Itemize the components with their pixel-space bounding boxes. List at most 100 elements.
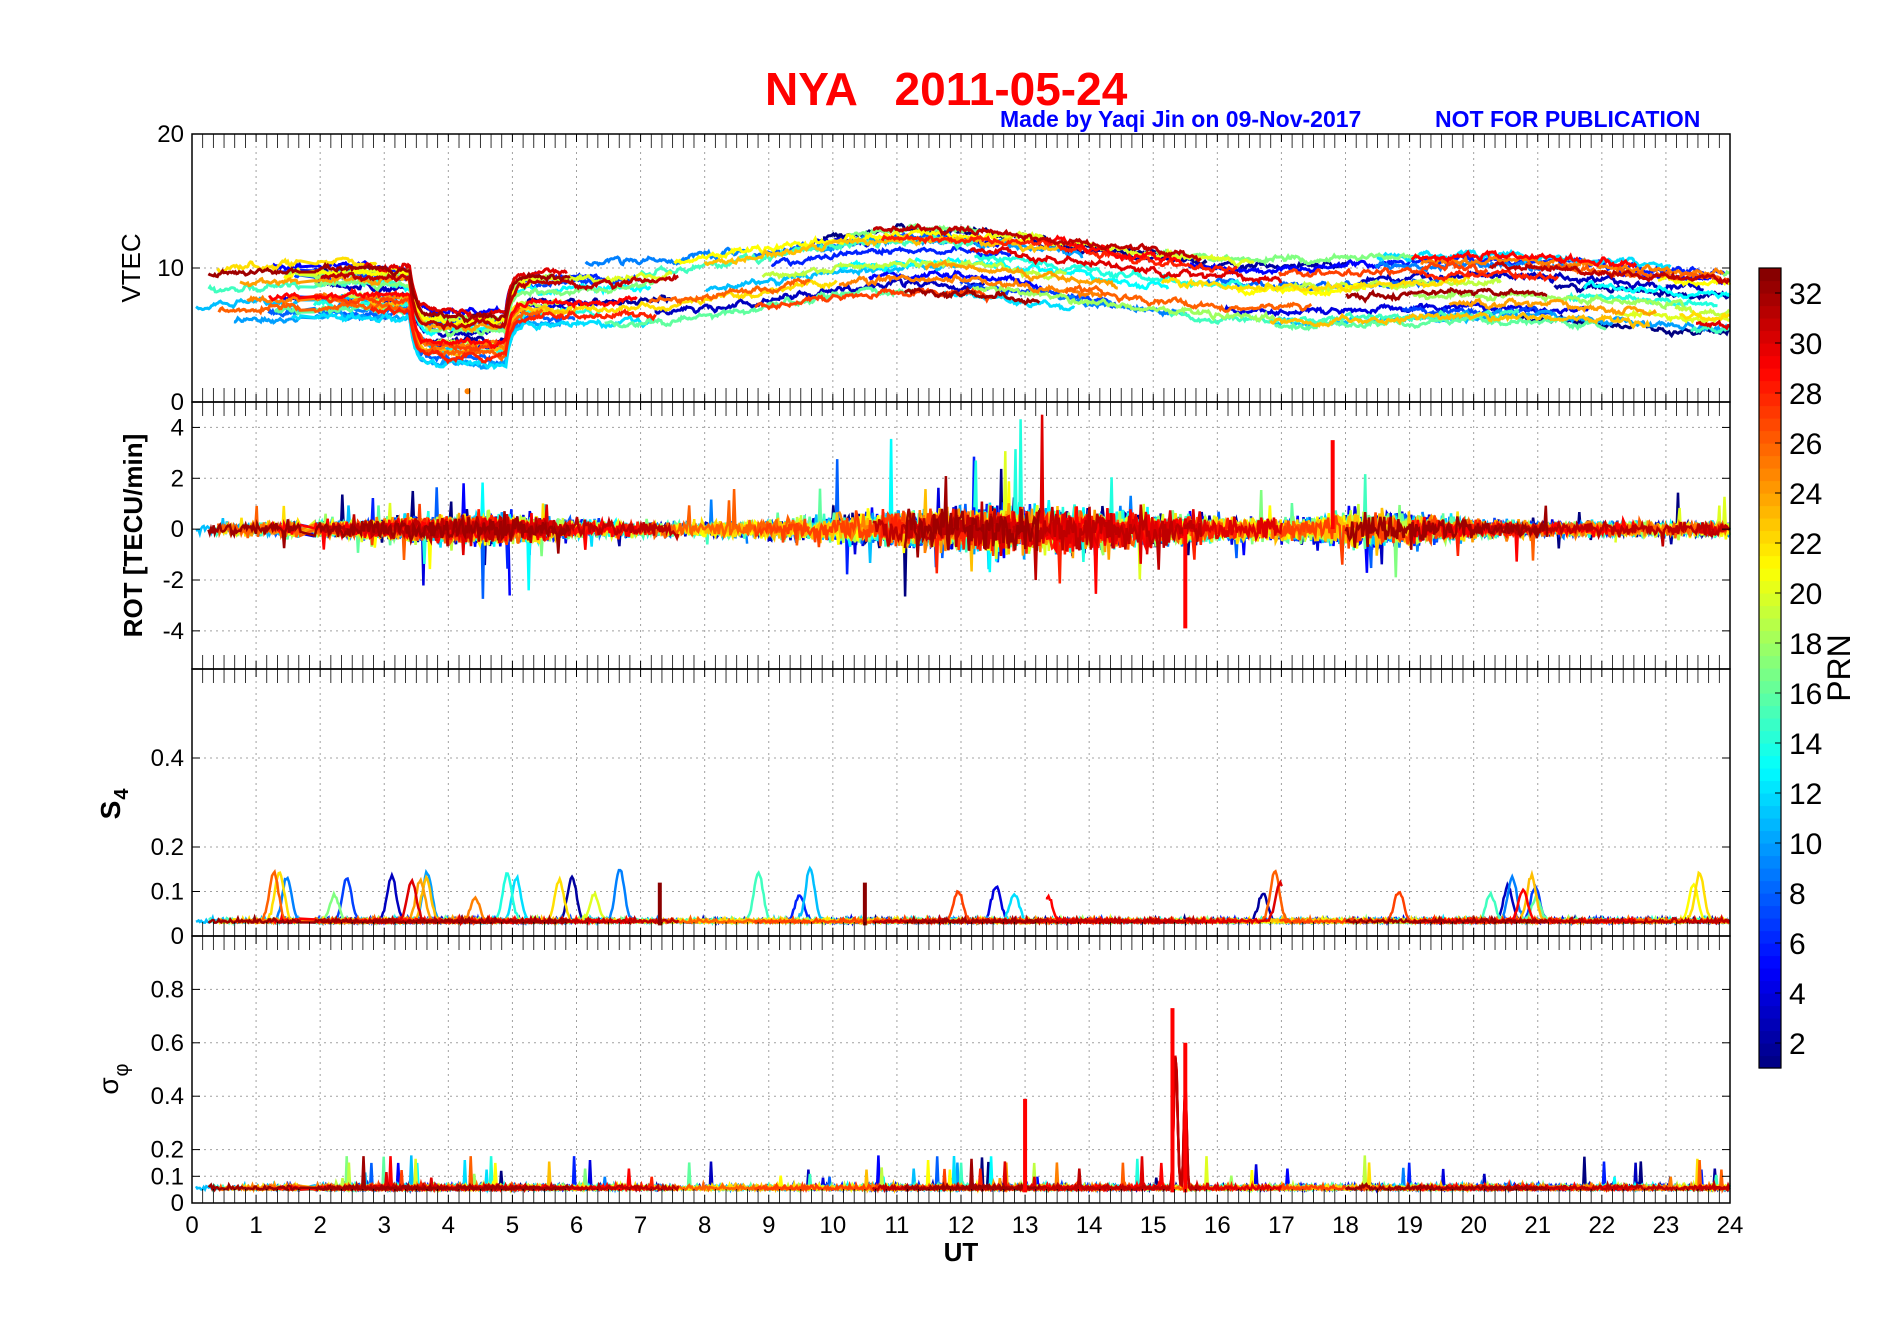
- colorbar-segment: [1759, 1043, 1781, 1057]
- y-tick-label: 0: [171, 389, 184, 416]
- x-tick-label: 15: [1140, 1212, 1167, 1239]
- colorbar-segment: [1759, 1055, 1781, 1069]
- x-tick-label: 10: [819, 1212, 846, 1239]
- colorbar-tick-label: 24: [1789, 478, 1822, 511]
- colorbar-segment: [1759, 593, 1781, 607]
- colorbar-segment: [1759, 693, 1781, 707]
- colorbar-segment: [1759, 518, 1781, 532]
- colorbar-segment: [1759, 793, 1781, 807]
- colorbar-segment: [1759, 580, 1781, 594]
- colorbar-segment: [1759, 505, 1781, 519]
- colorbar-tick-label: 6: [1789, 928, 1806, 961]
- colorbar-segment: [1759, 318, 1781, 332]
- x-tick-label: 14: [1076, 1212, 1103, 1239]
- colorbar-segment: [1759, 705, 1781, 719]
- colorbar-segment: [1759, 443, 1781, 457]
- y-tick-label: 10: [157, 255, 184, 282]
- colorbar-segment: [1759, 905, 1781, 919]
- x-tick-label: 13: [1012, 1212, 1039, 1239]
- y-tick-label: 0.4: [151, 745, 184, 772]
- s4-series-prn-26: [217, 869, 544, 926]
- colorbar-segment: [1759, 968, 1781, 982]
- colorbar-segment: [1759, 618, 1781, 632]
- x-tick-label: 16: [1204, 1212, 1231, 1239]
- x-tick-label: 12: [948, 1212, 975, 1239]
- colorbar-segment: [1759, 455, 1781, 469]
- colorbar-segment: [1759, 480, 1781, 494]
- colorbar-segment: [1759, 493, 1781, 507]
- x-tick-label: 21: [1524, 1212, 1551, 1239]
- colorbar-segment: [1759, 555, 1781, 569]
- colorbar-segment: [1759, 668, 1781, 682]
- y-tick-label: 20: [157, 121, 184, 148]
- plot-canvas: 01020-4-202400.10.20.400.10.20.40.60.80 1…: [93, 121, 1857, 1267]
- colorbar-tick-label: 28: [1789, 378, 1822, 411]
- colorbar-segment: [1759, 405, 1781, 419]
- y-tick-label: 0.2: [151, 834, 184, 861]
- figure: NYA 2011-05-24 Made by Yaqi Jin on 09-No…: [0, 0, 1904, 1330]
- colorbar-segment: [1759, 868, 1781, 882]
- colorbar-segment: [1759, 543, 1781, 557]
- colorbar-tick-label: 20: [1789, 578, 1822, 611]
- x-tick-label: 6: [570, 1212, 583, 1239]
- x-tick-label: 3: [378, 1212, 391, 1239]
- x-tick-label: 19: [1396, 1212, 1423, 1239]
- colorbar-label: PRN: [1821, 634, 1857, 702]
- colorbar-segment: [1759, 743, 1781, 757]
- y-tick-label: 0.8: [151, 976, 184, 1003]
- colorbar-segment: [1759, 818, 1781, 832]
- colorbar-segment: [1759, 918, 1781, 932]
- colorbar-segment: [1759, 368, 1781, 382]
- colorbar-segment: [1759, 930, 1781, 944]
- colorbar-segment: [1759, 780, 1781, 794]
- colorbar-segment: [1759, 1005, 1781, 1019]
- colorbar-tick-label: 18: [1789, 628, 1822, 661]
- y-tick-label: 0.2: [151, 1137, 184, 1164]
- x-tick-label: 2: [313, 1212, 326, 1239]
- colorbar-segment: [1759, 530, 1781, 544]
- colorbar-segment: [1759, 280, 1781, 294]
- sigma-series-prn-31: [871, 1057, 1202, 1194]
- y-tick-label: -4: [163, 618, 184, 645]
- y-tick-label: 0: [171, 923, 184, 950]
- colorbar-segment: [1759, 643, 1781, 657]
- x-tick-label: 7: [634, 1212, 647, 1239]
- colorbar-segment: [1759, 680, 1781, 694]
- colorbar-segment: [1759, 343, 1781, 357]
- y-tick-label: 4: [171, 414, 184, 441]
- colorbar-tick-label: 32: [1789, 278, 1822, 311]
- y-tick-label: -2: [163, 567, 184, 594]
- colorbar-tick-label: 16: [1789, 678, 1822, 711]
- colorbar-segment: [1759, 655, 1781, 669]
- x-tick-label: 17: [1268, 1212, 1295, 1239]
- colorbar-segment: [1759, 993, 1781, 1007]
- x-tick-label: 5: [506, 1212, 519, 1239]
- s4-series-prn-9: [584, 868, 748, 926]
- colorbar-segment: [1759, 418, 1781, 432]
- colorbar-tick-label: 14: [1789, 728, 1822, 761]
- y-tick-label: 2: [171, 465, 184, 492]
- colorbar-tick-label: 4: [1789, 978, 1806, 1011]
- colorbar-tick-label: 10: [1789, 828, 1822, 861]
- colorbar-segment: [1759, 980, 1781, 994]
- colorbar-segment: [1759, 605, 1781, 619]
- y-axis-label-s4: S: [95, 801, 126, 820]
- colorbar-tick-label: 26: [1789, 428, 1822, 461]
- y-tick-label: 0.1: [151, 1163, 184, 1190]
- colorbar-segment: [1759, 468, 1781, 482]
- x-tick-label: 11: [884, 1212, 909, 1239]
- colorbar-segment: [1759, 393, 1781, 407]
- x-tick-label: 24: [1717, 1212, 1744, 1239]
- x-tick-label: 23: [1653, 1212, 1680, 1239]
- s4-series-prn-26: [1064, 869, 1313, 926]
- colorbar-segment: [1759, 730, 1781, 744]
- y-axis-label-vtec: VTEC: [116, 233, 146, 302]
- colorbar-segment: [1759, 880, 1781, 894]
- colorbar-tick-label: 12: [1789, 778, 1822, 811]
- colorbar-segment: [1759, 830, 1781, 844]
- y-axis-label-rot: ROT [TECU/min]: [118, 434, 148, 638]
- y-axis-label-sigma-phi-subscript: φ: [111, 1063, 133, 1076]
- colorbar-segment: [1759, 380, 1781, 394]
- x-tick-label: 20: [1460, 1212, 1487, 1239]
- colorbar-tick-label: 2: [1789, 1028, 1806, 1061]
